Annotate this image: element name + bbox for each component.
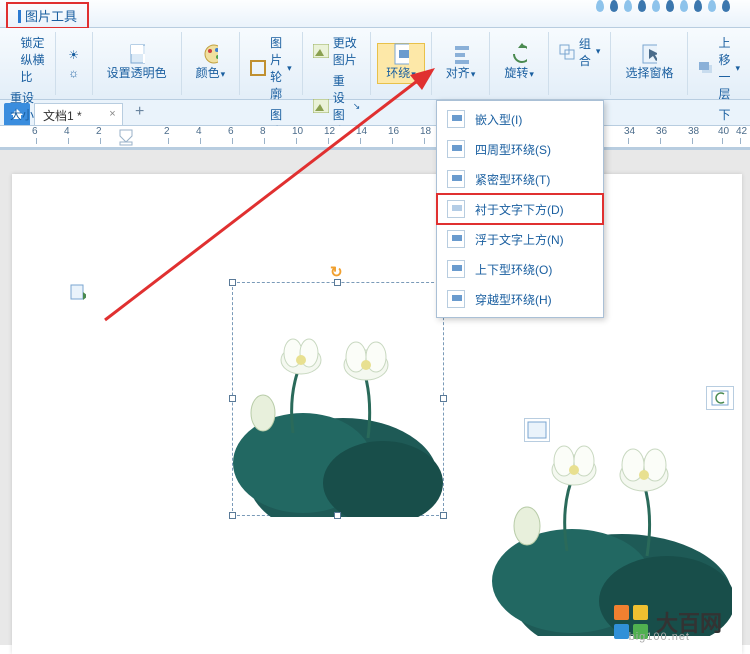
wrap-inline-icon <box>447 110 465 128</box>
transparent-icon <box>129 46 145 62</box>
page: ↻ <box>12 174 742 654</box>
resize-handle-nw[interactable] <box>229 279 236 286</box>
wrap-behind-icon <box>447 200 465 218</box>
new-tab-button[interactable]: + <box>129 103 151 125</box>
rotate-button[interactable]: 旋转▾ <box>496 44 542 83</box>
watermark-domain: big100.net <box>629 631 690 643</box>
ruler[interactable]: 64224681012141618343638404244 <box>0 126 750 150</box>
watermark: 大百网 big100.net <box>614 605 722 639</box>
wrap-tight-item[interactable]: 紧密型环绕(T) <box>437 164 603 194</box>
wrap-inline-label: 嵌入型(I) <box>475 111 522 128</box>
wrap-front-item[interactable]: 浮于文字上方(N) <box>437 224 603 254</box>
tab-bar: 文档1 * × + <box>0 100 750 126</box>
wrap-button[interactable]: 环绕▾ <box>377 43 425 84</box>
select-pane-button[interactable]: 选择窗格 <box>617 44 681 83</box>
wrap-inline-item[interactable]: 嵌入型(I) <box>437 104 603 134</box>
wrap-square-item[interactable]: 四周型环绕(S) <box>437 134 603 164</box>
select-pane-label: 选择窗格 <box>625 64 673 81</box>
wrap-tight-icon <box>447 170 465 188</box>
resize-handle-se[interactable] <box>440 512 447 519</box>
group-icon <box>559 44 575 60</box>
resize-handle-w[interactable] <box>229 395 236 402</box>
color-button[interactable]: 颜色▾ <box>188 44 234 83</box>
color-label: 颜色▾ <box>196 64 226 81</box>
wrap-through-icon <box>447 290 465 308</box>
document-tab-label: 文档1 * <box>43 109 82 123</box>
outline-icon <box>250 60 266 76</box>
lock-ratio-button[interactable]: 锁定纵横比 <box>6 32 49 87</box>
wrap-front-icon <box>447 230 465 248</box>
select-pane-icon <box>641 46 657 62</box>
align-button[interactable]: 对齐▾ <box>438 44 484 83</box>
change-pic-button[interactable]: 更改图片 <box>309 32 365 70</box>
image-content-lotus <box>233 283 443 517</box>
wrap-through-item[interactable]: 穿越型环绕(H) <box>437 284 603 314</box>
set-transparent-button[interactable]: 设置透明色 <box>99 44 175 83</box>
wrap-icon <box>393 46 409 62</box>
paragraph-tag-icon[interactable] <box>70 284 86 302</box>
resize-handle-s[interactable] <box>334 512 341 519</box>
wrap-topbottom-item[interactable]: 上下型环绕(O) <box>437 254 603 284</box>
title-bar: 图片工具 <box>0 0 750 28</box>
wrap-topbottom-label: 上下型环绕(O) <box>475 261 552 278</box>
image-content-lotus-2 <box>472 396 732 636</box>
wrap-menu: 嵌入型(I) 四周型环绕(S) 紧密型环绕(T) 衬于文字下方(D) 浮于文字上… <box>436 100 604 318</box>
rotate-icon <box>511 46 527 62</box>
context-tab-highlight: 图片工具 <box>6 2 89 29</box>
align-icon <box>453 46 469 62</box>
context-tab-label: 图片工具 <box>25 9 77 24</box>
group-button[interactable]: 组合▾ <box>555 33 605 71</box>
selected-image-frame[interactable]: ↻ <box>232 282 444 516</box>
resize-handle-e[interactable] <box>440 395 447 402</box>
pic-outline-button[interactable]: 图片轮廓▾ <box>246 32 296 104</box>
document-tab[interactable]: 文档1 * × <box>34 103 123 125</box>
document-canvas[interactable]: ↻ <box>0 150 750 645</box>
align-label: 对齐▾ <box>446 64 476 81</box>
reset-pic-icon <box>313 98 329 114</box>
wrap-square-icon <box>447 140 465 158</box>
wrap-tight-label: 紧密型环绕(T) <box>475 171 550 188</box>
pic-outline-label: 图片轮廓 <box>270 34 282 102</box>
wrap-front-label: 浮于文字上方(N) <box>475 231 564 248</box>
lock-ratio-label: 锁定纵横比 <box>20 34 44 85</box>
brightness-icon: ☀ <box>66 47 82 63</box>
contrast-icon: ☼ <box>66 65 82 81</box>
rotate-label: 旋转▾ <box>504 64 534 81</box>
wrap-square-label: 四周型环绕(S) <box>475 141 551 158</box>
resize-handle-n[interactable] <box>334 279 341 286</box>
wrap-behind-item[interactable]: 衬于文字下方(D) <box>437 194 603 224</box>
adjust-icons[interactable]: ☀ ☼ <box>62 45 86 83</box>
decoration-raindrops <box>596 0 730 12</box>
close-tab-icon[interactable]: × <box>109 108 115 120</box>
lock-ratio-icon <box>10 52 16 68</box>
resize-handle-sw[interactable] <box>229 512 236 519</box>
wrap-through-label: 穿越型环绕(H) <box>475 291 552 308</box>
bring-forward-icon <box>698 60 714 76</box>
bring-forward-label: 上移一层 <box>718 34 730 102</box>
color-icon <box>202 46 218 62</box>
ribbon: 锁定纵横比 重设大小 ☀ ☼ 设置透明色 颜色▾ <box>0 28 750 100</box>
change-pic-label: 更改图片 <box>333 34 361 68</box>
group-label: 组合 <box>579 35 591 69</box>
wrap-label: 环绕▾ <box>386 64 416 81</box>
bring-forward-button[interactable]: 上移一层▾ <box>694 32 744 104</box>
change-pic-icon <box>313 43 329 59</box>
wrap-behind-label: 衬于文字下方(D) <box>475 201 564 218</box>
set-transparent-label: 设置透明色 <box>107 64 167 81</box>
second-image[interactable] <box>472 386 732 636</box>
wrap-topbottom-icon <box>447 260 465 278</box>
